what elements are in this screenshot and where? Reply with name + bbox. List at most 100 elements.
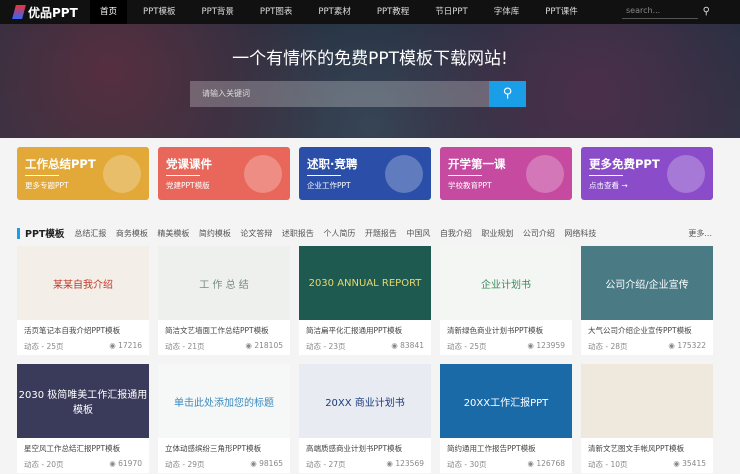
- nav-item[interactable]: PPT课件: [535, 0, 587, 24]
- illustration-icon: [385, 155, 423, 193]
- category-link[interactable]: 网络科技: [564, 228, 596, 239]
- template-card[interactable]: 20XX工作汇报PPT 简约通用工作报告PPT模板 动态 - 30页 ◉ 126768: [440, 364, 572, 473]
- card-pages: 动态 - 25页: [24, 342, 64, 351]
- category-link[interactable]: 个人简历: [323, 228, 355, 239]
- divider: [448, 175, 482, 176]
- hero-search-button[interactable]: ⚲: [489, 81, 526, 107]
- logo[interactable]: 优品PPT: [12, 4, 90, 21]
- illustration-icon: [244, 155, 282, 193]
- template-card[interactable]: 2030 极简唯美工作汇报通用模板 星空风工作总结汇报PPT模板 动态 - 20页 ◉…: [17, 364, 149, 473]
- nav-item[interactable]: PPT模板: [133, 0, 185, 24]
- card-views: 17216: [118, 341, 142, 350]
- card-title[interactable]: 立体动感缤纷三角形PPT模板: [158, 438, 290, 454]
- nav-item[interactable]: PPT教程: [367, 0, 419, 24]
- thumbnail[interactable]: 企业计划书: [440, 246, 572, 320]
- card-title[interactable]: 简洁文艺墙面工作总结PPT模板: [158, 320, 290, 336]
- template-card[interactable]: 某某自我介绍 活页笔记本自我介绍PPT模板 动态 - 25页 ◉ 17216: [17, 246, 149, 355]
- more-link[interactable]: 更多...: [688, 228, 712, 239]
- nav-item[interactable]: 首页: [90, 0, 128, 24]
- card-views: 123569: [395, 459, 424, 468]
- category-link[interactable]: 商务模板: [116, 228, 148, 239]
- thumbnail-text: 某某自我介绍: [53, 279, 113, 291]
- template-card[interactable]: 清新文艺图文手帐风PPT模板 动态 - 10页 ◉ 35415: [581, 364, 713, 473]
- nav-search-input[interactable]: search...: [622, 4, 698, 19]
- category-link[interactable]: 公司介绍: [523, 228, 555, 239]
- thumbnail[interactable]: 某某自我介绍: [17, 246, 149, 320]
- thumbnail[interactable]: 2030 极简唯美工作汇报通用模板: [17, 364, 149, 438]
- category-link[interactable]: 简约模板: [199, 228, 231, 239]
- template-card[interactable]: 2030 ANNUAL REPORT 简洁扁平化汇报通用PPT模板 动态 - 23页…: [299, 246, 431, 355]
- nav-item[interactable]: PPT素材: [308, 0, 360, 24]
- category-link[interactable]: 自我介绍: [440, 228, 472, 239]
- category-link[interactable]: 开题报告: [365, 228, 397, 239]
- card-title[interactable]: 高端质感商业计划书PPT模板: [299, 438, 431, 454]
- card-pages: 动态 - 10页: [588, 460, 628, 469]
- banner[interactable]: 述职·竞聘企业工作PPT: [299, 147, 431, 200]
- card-title[interactable]: 简约通用工作报告PPT模板: [440, 438, 572, 454]
- category-link[interactable]: 精美模板: [157, 228, 189, 239]
- template-card[interactable]: 单击此处添加您的标题 立体动感缤纷三角形PPT模板 动态 - 29页 ◉ 98165: [158, 364, 290, 473]
- template-card[interactable]: 公司介绍/企业宣传 大气公司介绍企业宣传PPT模板 动态 - 28页 ◉ 175322: [581, 246, 713, 355]
- banner-title: 述职·竞聘: [307, 157, 358, 171]
- thumbnail[interactable]: 2030 ANNUAL REPORT: [299, 246, 431, 320]
- banner[interactable]: 开学第一课 学校教育PPT: [440, 147, 572, 200]
- thumbnail-text: 企业计划书: [481, 279, 531, 291]
- banner-row: 工作总结PPT 更多专题PPT 党课课件 党建PPT模版 述职·竞聘 企业工作PPT 开学第…: [17, 147, 713, 200]
- card-pages: 动态 - 20页: [24, 460, 64, 469]
- template-card[interactable]: 20XX 商业计划书 高端质感商业计划书PPT模板 动态 - 27页 ◉ 123569: [299, 364, 431, 473]
- thumbnail-text: 工 作 总 结: [199, 279, 249, 291]
- thumbnail-text: 2030 极简唯美工作汇报通用模板: [18, 390, 148, 416]
- template-card[interactable]: 工 作 总 结简洁文艺墙面工作总结PPT模板 动态 - 21页 ◉ 218105: [158, 246, 290, 355]
- category-bar: PPT模板 总结汇报 商务模板 精美模板 简约模板 论文答辩 述职报告 个人简历 开题报告 中国…: [17, 226, 712, 240]
- card-title[interactable]: 清新绿色商业计划书PPT模板: [440, 320, 572, 336]
- card-title[interactable]: 活页笔记本自我介绍PPT模板: [17, 320, 149, 336]
- card-title[interactable]: 星空风工作总结汇报PPT模板: [17, 438, 149, 454]
- banner-title: 更多免费PPT: [589, 157, 660, 171]
- category-link[interactable]: 总结汇报: [74, 228, 106, 239]
- thumbnail[interactable]: 单击此处添加您的标题: [158, 364, 290, 438]
- divider: [166, 175, 200, 176]
- thumbnail[interactable]: [581, 364, 713, 438]
- banner[interactable]: 更多免费PPT 点击查看 →: [581, 147, 713, 200]
- card-views: 98165: [259, 459, 283, 468]
- illustration-icon: [526, 155, 564, 193]
- top-nav: 优品PPT 首页 PPT模板 PPT背景 PPT图表 PPT素材 PPT教程 节日PPT 字体…: [0, 0, 740, 24]
- search-icon[interactable]: ⚲: [703, 6, 710, 17]
- thumbnail[interactable]: 20XX 商业计划书: [299, 364, 431, 438]
- banner[interactable]: 党课课件 党建PPT模版: [158, 147, 290, 200]
- category-link[interactable]: 中国风: [406, 228, 430, 239]
- template-card[interactable]: 企业计划书 清新绿色商业计划书PPT模板 动态 - 25页 ◉ 123959: [440, 246, 572, 355]
- card-views: 35415: [682, 459, 706, 468]
- thumbnail[interactable]: 工 作 总 结: [158, 246, 290, 320]
- nav-item[interactable]: 节日PPT: [425, 0, 477, 24]
- thumbnail-text: 公司介绍/企业宣传: [605, 279, 689, 291]
- nav-item[interactable]: 字体库: [484, 0, 530, 24]
- logo-icon: [12, 5, 26, 19]
- category-link[interactable]: 述职报告: [282, 228, 314, 239]
- card-views: 83841: [400, 341, 424, 350]
- banner-subtitle: 企业工作PPT: [307, 181, 351, 190]
- section-title: PPT模板: [25, 229, 65, 240]
- category-link[interactable]: 论文答辩: [240, 228, 272, 239]
- card-title[interactable]: 简洁扁平化汇报通用PPT模板: [299, 320, 431, 336]
- banner-title: 工作总结PPT: [25, 157, 96, 171]
- thumbnail[interactable]: 公司介绍/企业宣传: [581, 246, 713, 320]
- thumbnail[interactable]: 20XX工作汇报PPT: [440, 364, 572, 438]
- banner-subtitle: 更多专题PPT: [25, 181, 69, 190]
- card-views: 126768: [536, 459, 565, 468]
- card-pages: 动态 - 30页: [447, 460, 487, 469]
- hero-search-input[interactable]: 请输入关键词: [190, 81, 489, 107]
- category-link[interactable]: 职业规划: [481, 228, 513, 239]
- nav-item[interactable]: PPT背景: [191, 0, 243, 24]
- card-views: 218105: [254, 341, 283, 350]
- card-pages: 动态 - 28页: [588, 342, 628, 351]
- card-title[interactable]: 清新文艺图文手帐风PPT模板: [581, 438, 713, 454]
- divider: [25, 175, 59, 176]
- nav-item[interactable]: PPT图表: [250, 0, 302, 24]
- banner-title: 党课课件: [166, 157, 212, 171]
- template-grid: 某某自我介绍 活页笔记本自我介绍PPT模板 动态 - 25页 ◉ 17216 工 作 总…: [17, 246, 713, 473]
- banner[interactable]: 工作总结PPT 更多专题PPT: [17, 147, 149, 200]
- banner-subtitle: 点击查看 →: [589, 181, 628, 190]
- card-title[interactable]: 大气公司介绍企业宣传PPT模板: [581, 320, 713, 336]
- thumbnail-text: 单击此处添加您的标题: [174, 397, 274, 409]
